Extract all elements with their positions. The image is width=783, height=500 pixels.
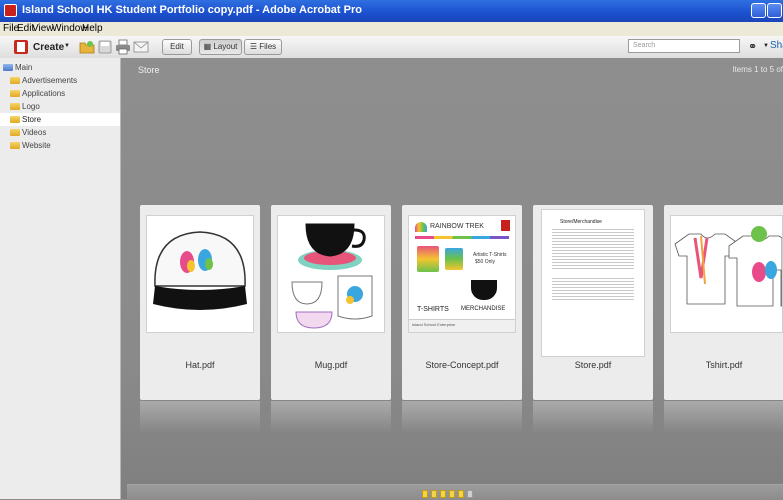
page-dot[interactable]: [422, 490, 428, 498]
search-input[interactable]: Search: [628, 39, 740, 53]
card-reflection: [533, 401, 653, 433]
price-text: $50 Only: [475, 259, 496, 265]
file-label: Hat.pdf: [185, 360, 215, 370]
sidebar-item-label: Videos: [22, 128, 47, 137]
layout-button[interactable]: ▦ Layout: [199, 39, 242, 55]
menu-view[interactable]: View: [32, 23, 54, 34]
file-thumbnail: [670, 215, 783, 333]
rainbow-logo-icon: [415, 222, 427, 232]
binoculars-icon[interactable]: ⚭: [748, 40, 757, 53]
files-label: Files: [259, 42, 277, 51]
section-title: Store: [138, 65, 160, 75]
page-dot[interactable]: [440, 490, 446, 498]
layout-label: Layout: [213, 42, 238, 51]
portfolio-sidebar: Main Advertisements Applications Logo St…: [0, 58, 121, 499]
file-label: Store.pdf: [574, 360, 612, 370]
folder-icon: [10, 77, 20, 84]
menu-help[interactable]: Help: [82, 23, 103, 34]
file-label: Store-Concept.pdf: [425, 360, 499, 370]
create-label: Create: [33, 42, 65, 53]
page-dot[interactable]: [458, 490, 464, 498]
file-thumbnail: Store/Merchandise: [541, 209, 645, 357]
sidebar-item-label: Main: [15, 63, 33, 72]
file-thumbnail: [146, 215, 254, 333]
hat-thumbnail-image: [153, 231, 247, 310]
tshirt-swatch: [445, 248, 463, 270]
card-reflection: [140, 401, 260, 433]
items-count: Items 1 to 5 of: [732, 65, 783, 74]
sidebar-item-label: Applications: [22, 89, 66, 98]
file-thumbnail: RAINBOW TREK Artistic T-Shirts $50 Only …: [408, 215, 516, 333]
card-reflection: [664, 401, 783, 433]
save-icon[interactable]: [97, 39, 113, 55]
footer-text: Island School Enterprise: [412, 322, 456, 327]
chevron-down-icon: ▼: [64, 43, 70, 49]
mug-swatch: [471, 280, 497, 300]
merchandise-text: MERCHANDISE: [461, 306, 506, 312]
page-indicator-bar: [127, 484, 783, 500]
share-button[interactable]: Share: [770, 40, 783, 51]
tshirt-thumbnail-image: [674, 226, 782, 307]
print-icon[interactable]: [115, 39, 131, 55]
folder-icon: [10, 142, 20, 149]
tshirt-swatch: [417, 246, 439, 272]
acrobat-app-icon: [4, 4, 17, 17]
title-bar: Island School HK Student Portfolio copy.…: [0, 0, 783, 22]
tagline-text: Artistic T-Shirts: [473, 252, 507, 258]
sidebar-item-label: Store: [22, 115, 42, 124]
file-card-tshirt[interactable]: Tshirt.pdf: [664, 205, 783, 400]
file-thumbnail: [277, 215, 385, 333]
card-reflection: [271, 401, 391, 433]
page-dot[interactable]: [431, 490, 437, 498]
sidebar-item-label: Website: [22, 141, 51, 150]
sidebar-item-label: Logo: [22, 102, 40, 111]
folder-icon: [10, 90, 20, 97]
list-icon: ☰: [249, 42, 260, 51]
sidebar-item-logo[interactable]: Logo: [0, 100, 120, 113]
document-text-lines: [552, 227, 634, 269]
grid-icon: ▦: [203, 42, 214, 51]
file-label: Tshirt.pdf: [705, 360, 743, 370]
minimize-button[interactable]: [751, 3, 766, 18]
sidebar-item-store[interactable]: Store: [0, 113, 120, 126]
edit-button[interactable]: Edit: [162, 39, 192, 55]
folder-icon: [3, 64, 13, 71]
mug-thumbnail-image: [291, 223, 373, 329]
file-card-hat[interactable]: Hat.pdf: [140, 205, 260, 400]
sidebar-item-advertisements[interactable]: Advertisements: [0, 74, 120, 87]
file-label: Mug.pdf: [314, 360, 348, 370]
menu-bar: File Edit View Window Help: [0, 22, 783, 36]
sidebar-item-applications[interactable]: Applications: [0, 87, 120, 100]
brand-badge: [501, 220, 510, 231]
folder-icon: [10, 116, 20, 123]
window-title: Island School HK Student Portfolio copy.…: [22, 4, 362, 16]
chevron-down-icon[interactable]: ▼: [763, 43, 769, 49]
page-dot[interactable]: [449, 490, 455, 498]
open-folder-icon[interactable]: [79, 39, 95, 55]
file-card-store[interactable]: Store/Merchandise Store.pdf: [533, 205, 653, 400]
folder-icon: [10, 103, 20, 110]
doc-heading: Store/Merchandise: [560, 219, 602, 225]
folder-icon: [10, 129, 20, 136]
create-icon: [14, 40, 28, 54]
create-button[interactable]: Create ▼: [4, 38, 70, 56]
tshirts-text: T-SHIRTS: [417, 306, 449, 313]
brand-text: RAINBOW TREK: [430, 223, 484, 230]
files-button[interactable]: ☰ Files: [244, 39, 282, 55]
document-text-lines: [552, 276, 634, 302]
sidebar-item-label: Advertisements: [22, 76, 78, 85]
page-dot[interactable]: [467, 490, 473, 498]
maximize-button[interactable]: [767, 3, 782, 18]
file-card-mug[interactable]: Mug.pdf: [271, 205, 391, 400]
edit-label: Edit: [170, 42, 184, 51]
sidebar-item-videos[interactable]: Videos: [0, 126, 120, 139]
sidebar-item-main[interactable]: Main: [0, 61, 120, 74]
sidebar-item-website[interactable]: Website: [0, 139, 120, 152]
card-reflection: [402, 401, 522, 433]
color-swatch-strip: [415, 236, 509, 239]
file-card-store-concept[interactable]: RAINBOW TREK Artistic T-Shirts $50 Only …: [402, 205, 522, 400]
email-icon[interactable]: [133, 39, 149, 55]
